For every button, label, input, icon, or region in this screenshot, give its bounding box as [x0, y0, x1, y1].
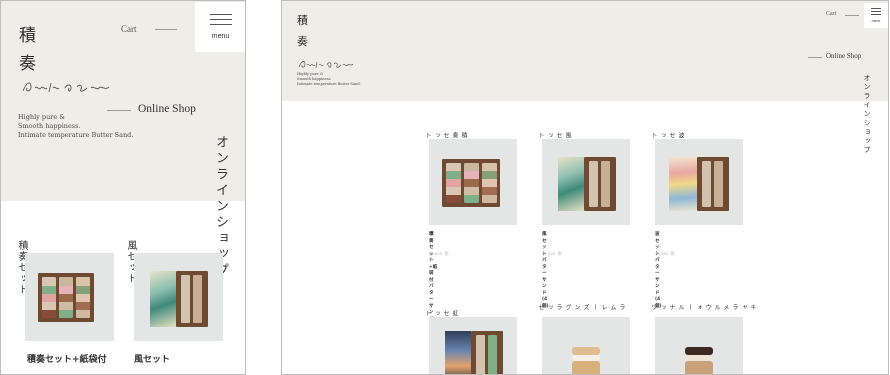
tagline: Highly pure & Smooth happiness. Intimate… — [18, 113, 133, 139]
tagline: Highly pure & Smooth happiness. Intimate… — [297, 72, 361, 87]
hamburger-icon — [871, 8, 881, 15]
cart-divider — [155, 29, 177, 30]
menu-button[interactable]: menu — [864, 3, 888, 28]
product-vertical-name: 風セット — [537, 132, 571, 139]
product-vertical-name: 波セット — [650, 132, 684, 139]
product-price: ¥1,990 税込 — [542, 251, 562, 262]
hero-section — [282, 1, 888, 101]
product-price: ¥1,990 税込 — [655, 251, 675, 262]
online-shop-heading: Online Shop — [826, 52, 862, 60]
product-image[interactable] — [542, 139, 630, 225]
tagline-line-3: Intimate temperature Butter Sand. — [18, 130, 134, 139]
product-vertical-name: 積奏セット — [424, 132, 467, 139]
cart-link[interactable]: Cart — [121, 24, 137, 34]
signature-logo — [21, 79, 111, 95]
brand-logo-char-2[interactable]: 奏 — [19, 49, 38, 74]
mobile-view: 積 奏 Highly pure & Smooth happiness. Inti… — [0, 0, 246, 375]
hamburger-icon — [209, 14, 232, 25]
menu-label: menu — [211, 33, 230, 40]
menu-label: menu — [871, 19, 881, 23]
cart-link[interactable]: Cart — [826, 11, 836, 17]
online-shop-vertical-heading: オンラインショップ — [863, 74, 871, 155]
menu-button[interactable]: menu — [195, 2, 245, 52]
product-price: ¥5,820 税込 — [429, 251, 449, 262]
product-title[interactable]: 積奏セット+紙袋付 — [27, 354, 107, 367]
product-title[interactable]: 風セット — [134, 354, 170, 367]
cart-divider — [845, 15, 859, 16]
product-vertical-name: ラムレーズングラッセ — [537, 304, 625, 311]
product-vertical-name: 虹セット — [424, 310, 458, 317]
brand-logo-char-2[interactable]: 奏 — [297, 33, 310, 49]
product-image[interactable] — [655, 139, 743, 225]
desktop-view: 積 奏 Highly pure & Smooth happiness. Inti… — [281, 0, 889, 375]
brand-logo-char-1[interactable]: 積 — [297, 12, 310, 28]
product-image[interactable] — [542, 317, 630, 374]
product-image[interactable] — [134, 253, 223, 341]
section-divider — [107, 110, 131, 111]
online-shop-heading: Online Shop — [138, 103, 196, 115]
product-image[interactable] — [429, 317, 517, 374]
product-title[interactable]: 波セット バターサンド(4個) — [655, 232, 662, 310]
product-image[interactable] — [429, 139, 517, 225]
tagline-line-2: Smooth happiness. — [18, 121, 81, 130]
product-vertical-name: キャラメルウォールナッツ — [650, 304, 756, 311]
tagline-line-1: Highly pure & — [18, 113, 66, 121]
product-title[interactable]: 風セット バターサンド(4個) — [542, 232, 549, 310]
signature-logo — [298, 54, 354, 69]
product-image[interactable] — [25, 253, 114, 341]
product-image[interactable] — [655, 317, 743, 374]
brand-logo-char-1[interactable]: 積 — [19, 21, 38, 46]
tagline-line-3: Intimate temperature Butter Sand. — [297, 81, 361, 86]
section-divider — [808, 57, 822, 58]
